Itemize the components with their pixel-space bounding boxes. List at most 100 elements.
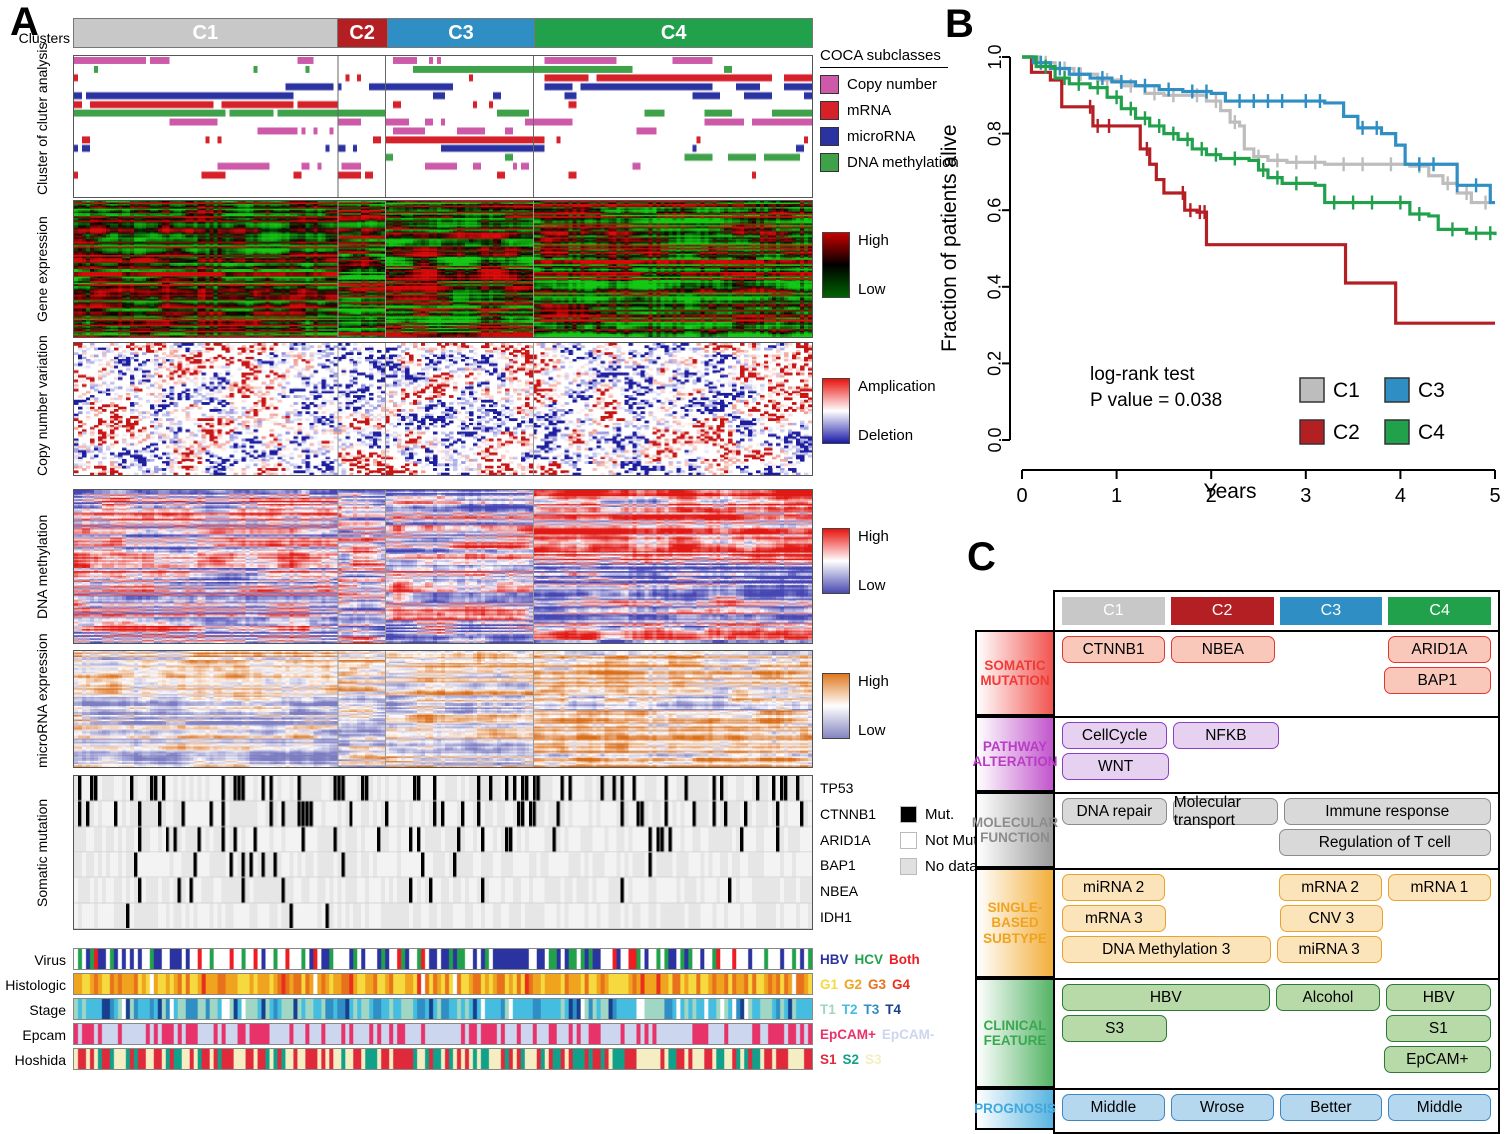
track-legend-item: G3 [868, 977, 887, 992]
track-legend-item: T2 [841, 1002, 858, 1017]
panel-c-cell: Alcohol [1275, 984, 1381, 1011]
x-tick-label: 4 [1395, 485, 1406, 507]
panel-c-empty [1172, 905, 1274, 932]
track-strip [73, 1048, 813, 1070]
panel-c-row: CTNNB1 NBEA ARID1A BAP1 [1055, 632, 1498, 718]
track-legend-item: S2 [842, 1052, 860, 1067]
panel-c-row: DNA repair Molecular transport Immune resp… [1055, 794, 1498, 870]
gene-label-tp53: TP53 [820, 779, 854, 796]
panel-c-col-c2: C2 [1170, 597, 1274, 625]
svg-text:C2: C2 [1333, 421, 1360, 444]
panel-c-row: HBV Alcohol HBV S3 S1 EpCAM+ [1055, 980, 1498, 1090]
panel-b: B Fraction of patients alive Years 0.0 0.… [930, 0, 1509, 520]
panel-c-row: miRNA 2 mRNA 2 mRNA 1 mRNA 3 CNV 3 DNA Methyl… [1055, 870, 1498, 980]
panel-c-row-label-pathway-alteration: PATHWAY ALTERATION [973, 716, 1058, 792]
cluster-segment-c2: C2 [337, 19, 388, 47]
cb2-low: Low [858, 577, 886, 594]
row-label-cnv: Copy number variation [34, 335, 50, 476]
panel-c-col-c1: C1 [1062, 597, 1165, 625]
panel-c-cell: NBEA [1171, 636, 1275, 663]
x-tick-label: 3 [1300, 485, 1311, 507]
panel-c-cell: Middle [1062, 1094, 1165, 1121]
svg-text:C3: C3 [1418, 379, 1445, 402]
cb1-high: Amplication [858, 378, 936, 395]
row-label-microrna: microRNA expression [34, 633, 50, 768]
panel-c-row-body: Middle Wrose Better Middle [1055, 1090, 1498, 1132]
row-label-dna-methylation: DNA methylation [34, 514, 50, 619]
legend-swatch [900, 832, 917, 849]
panel-c-cell: Regulation of T cell [1278, 829, 1491, 856]
track-legend: T1 T2 T3 T4 [820, 1002, 907, 1017]
track-legend-item: HCV [854, 952, 884, 967]
km-legend-item-c2: C2 [1299, 419, 1360, 445]
panel-c-line: DNA repair Molecular transport Immune resp… [1059, 794, 1494, 829]
track-legend-item: S1 [820, 1052, 837, 1067]
panel-c-line: S3 S1 [1059, 1015, 1494, 1042]
km-legend-item-c1: C1 [1299, 377, 1360, 403]
panel-c-col-c4: C4 [1388, 597, 1491, 625]
track-label: Virus [34, 952, 66, 968]
annotation-tracks: Virus HBV HCV Both Histologic G1 G2 G3 G4 Stage T1… [0, 948, 990, 1073]
panel-c-cell: ARID1A [1387, 636, 1491, 663]
track-legend-item: T3 [863, 1002, 880, 1017]
panel-c-cell: HBV [1062, 984, 1270, 1011]
panel-c-row: Middle Wrose Better Middle [1055, 1090, 1498, 1132]
kaplan-meier-plot: 0.0 0.2 0.4 0.6 0.8 1.0 0 1 2 3 4 5 log-rank test P v… [985, 44, 1501, 507]
panel-c-line: BAP1 [1059, 667, 1494, 694]
panel-c-line: HBV Alcohol HBV [1059, 984, 1494, 1011]
panel-c-row-label-single-based-subtype: SINGLE-BASED SUBTYPE [975, 868, 1053, 978]
gene-label-ctnnb1: CTNNB1 [820, 805, 877, 822]
x-tick-label: 0 [1016, 485, 1027, 507]
panel-c-empty [1285, 722, 1492, 749]
panel-c-cell: Molecular transport [1172, 794, 1278, 829]
panel-c-empty [1062, 667, 1378, 694]
panel-c-cell: Wrose [1170, 1094, 1274, 1121]
cb0-low: Low [858, 281, 886, 298]
panel-c-empty [1388, 936, 1491, 963]
panel-c-cell: DNA repair [1062, 798, 1167, 825]
track-strip [73, 973, 813, 995]
track-legend-item: G2 [844, 977, 863, 992]
panel-c-cell: DNA Methylation 3 [1062, 936, 1271, 963]
panel-c-spacer [1062, 829, 1273, 856]
panel-c-line: EpCAM+ [1059, 1046, 1494, 1073]
panel-c-cell: Middle [1388, 1094, 1491, 1121]
gene-label-bap1: BAP1 [820, 857, 856, 874]
track-strip [73, 998, 813, 1020]
km-legend-item-c3: C3 [1384, 377, 1445, 403]
km-legend-item-c4: C4 [1384, 419, 1445, 445]
panel-c-cell: BAP1 [1383, 667, 1491, 694]
panel-c-cell: mRNA 2 [1278, 874, 1382, 901]
panel-c-row: CellCycle NFKB WNT [1055, 718, 1498, 794]
x-tick-label: 5 [1489, 485, 1500, 507]
row-label-gene-expression: Gene expression [34, 216, 50, 322]
panel-c-row-label-clinical-feature: CLINICAL FEATURE [975, 978, 1053, 1088]
track-label: Epcam [22, 1027, 66, 1043]
km-annotation: log-rank test [1090, 364, 1195, 385]
track-legend-item: Both [889, 952, 920, 967]
svg-text:C4: C4 [1418, 421, 1445, 444]
coca-legend-title: COCA subclasses [820, 47, 948, 68]
legend-swatch [820, 101, 839, 120]
panel-c-empty [1175, 753, 1491, 780]
panel-c-cell: CTNNB1 [1062, 636, 1166, 663]
track-legend-item: G4 [892, 977, 911, 992]
km-curve-c4 [1022, 55, 1497, 236]
panel-c-line: CTNNB1 NBEA ARID1A [1059, 636, 1494, 663]
panel-c-line: WNT [1059, 753, 1494, 780]
panel-c-cell: Better [1279, 1094, 1383, 1121]
gene-label-nbea: NBEA [820, 883, 859, 900]
cb3-low: Low [858, 722, 886, 739]
cb0-high: High [858, 232, 889, 249]
panel-c-header: C1 C2 C3 C4 [1055, 592, 1498, 632]
panel-c-cell: S1 [1385, 1015, 1491, 1042]
cb3-high: High [858, 673, 889, 690]
cluster-segment-c4: C4 [535, 19, 812, 47]
cluster-bar: C1 C2 C3 C4 [73, 18, 813, 48]
gene-label-idh1: IDH1 [820, 909, 852, 926]
panel-c-col-c3: C3 [1279, 597, 1383, 625]
microrna-heatmap [73, 650, 813, 768]
row-label-somatic-mutation: Somatic mutation [34, 798, 50, 907]
panel-c-cell: mRNA 3 [1062, 905, 1166, 932]
panel-c-empty [1171, 874, 1272, 901]
